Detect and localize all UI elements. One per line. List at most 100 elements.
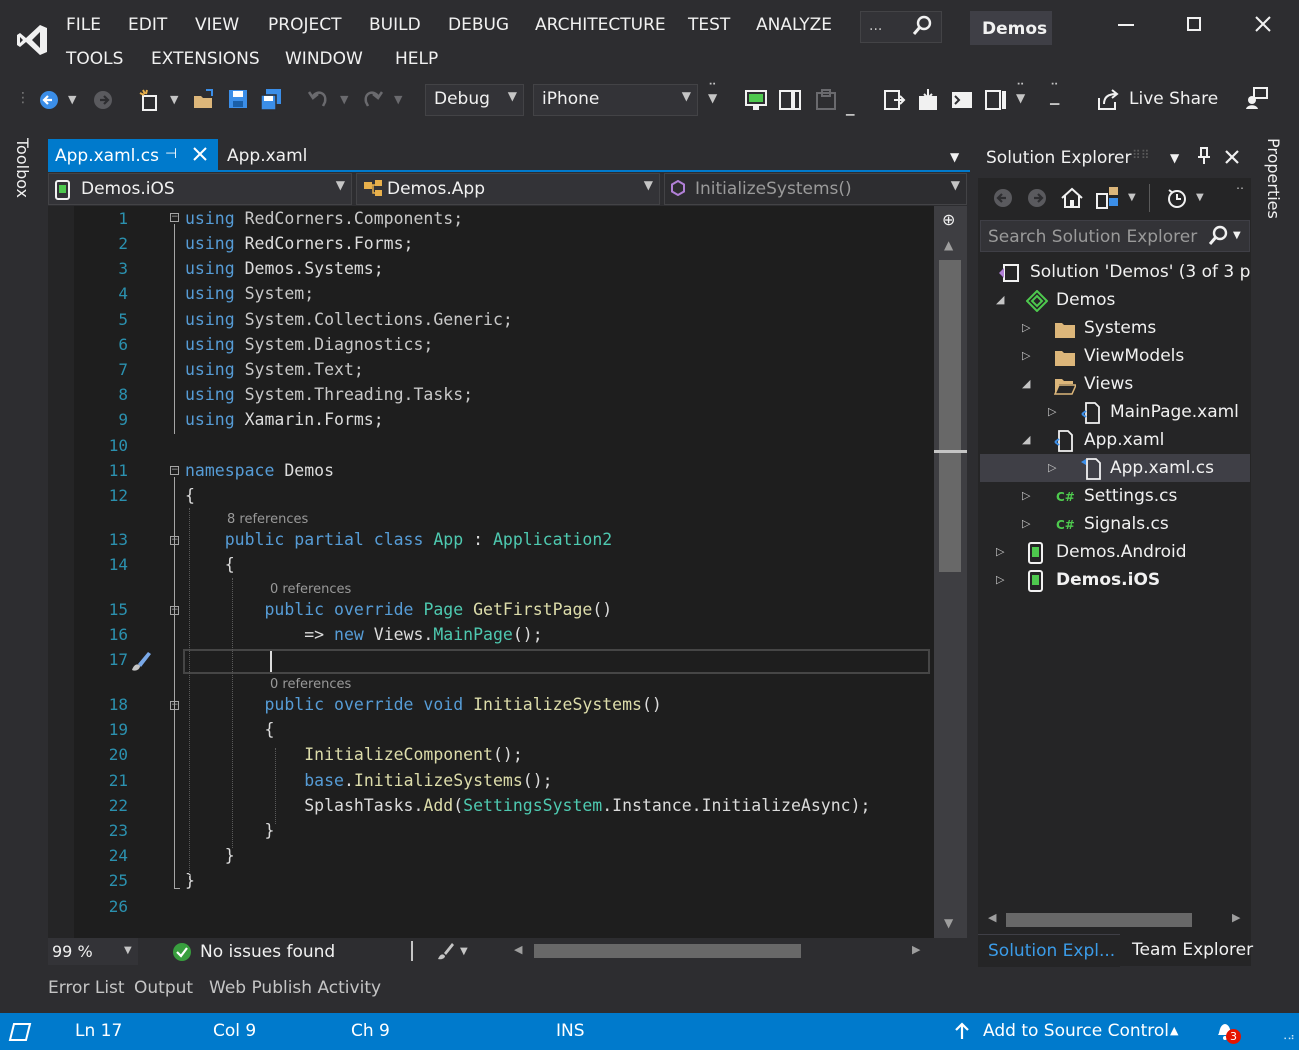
code-line[interactable]: using RedCorners.Components; [185,206,463,231]
zoom-dropdown[interactable]: 99 % ▼ [48,938,138,965]
menu-file[interactable]: FILE [66,15,101,35]
quick-actions-brush-icon[interactable] [128,648,154,679]
tab-output[interactable]: Output [134,978,193,998]
hscroll-thumb[interactable] [534,944,801,958]
nav-project-dropdown[interactable]: Demos.iOS ▼ [48,173,352,205]
scroll-up-icon[interactable]: ▲ [944,238,953,252]
code-line[interactable]: { [185,483,195,508]
device-preview-icon[interactable] [744,88,768,117]
scroll-left-icon[interactable]: ◀ [988,911,996,924]
scroll-down-icon[interactable]: ▼ [944,916,953,930]
collapse-icon[interactable]: − [170,213,179,222]
code-line[interactable]: public override void InitializeSystems() [185,692,661,717]
tree-item-mainpage-xaml[interactable]: ▷ MainPage.xaml [980,398,1250,426]
code-cleanup-brush-icon[interactable] [436,941,456,966]
menu-window[interactable]: WINDOW [285,49,363,69]
switch-views-icon[interactable] [1095,185,1121,216]
tree-item-views[interactable]: ◢ Views [980,370,1250,398]
tab-app-xaml-cs[interactable]: App.xaml.cs ⊣ [48,139,218,172]
tree-item-systems[interactable]: ▷ Systems [980,314,1250,342]
tab-error-list[interactable]: Error List [48,978,125,998]
toolbar-overflow-icon[interactable]: ▁ [846,100,854,120]
new-dropdown-icon[interactable]: ▼ [170,90,178,110]
code-line[interactable]: base.InitializeSystems(); [185,768,552,793]
code-line[interactable]: using System.Diagnostics; [185,332,433,357]
code-line[interactable]: using Xamarin.Forms; [185,407,384,432]
new-project-icon[interactable] [138,88,162,117]
chevron-down-icon[interactable]: ▼ [460,946,468,957]
tab-web-publish-activity[interactable]: Web Publish Activity [209,978,381,998]
tree-item-app-xaml-cs[interactable]: ▷ App.xaml.cs [980,454,1250,482]
redo-dropdown-icon[interactable]: ▼ [394,90,402,110]
toolbar-overflow-icon[interactable]: ⠉ ▼ [1016,82,1025,104]
toolbar-overflow-icon[interactable]: ‥ [1236,178,1244,192]
hscroll-thumb[interactable] [1006,913,1192,927]
code-line[interactable]: public override Page GetFirstPage() [185,597,612,622]
tab-app-xaml[interactable]: App.xaml [218,139,318,172]
tree-item-demos-android[interactable]: ▷ Demos.Android [980,538,1250,566]
export-icon[interactable] [882,88,906,117]
nav-member-dropdown[interactable]: InitializeSystems() ▼ [664,173,967,205]
tree-item-solution[interactable]: Solution 'Demos' (3 of 3 pro [980,258,1250,286]
collapsed-triangle-icon[interactable]: ▷ [1022,510,1030,538]
tab-team-explorer[interactable]: Team Explorer [1122,934,1253,966]
back-dropdown-icon[interactable]: ▼ [68,90,76,110]
vs-logo-icon[interactable] [14,22,50,58]
menu-help[interactable]: HELP [395,49,438,69]
save-icon[interactable] [227,88,249,115]
terminal-icon[interactable] [950,88,974,117]
device-manager-icon[interactable] [778,88,802,117]
menu-edit[interactable]: EDIT [128,15,167,35]
undo-icon[interactable] [307,88,329,115]
code-line[interactable]: } [185,843,235,868]
code-line[interactable]: } [185,818,274,843]
menu-analyze[interactable]: ANALYZE [756,15,832,35]
feedback-icon[interactable] [1245,86,1269,115]
codelens-class-references[interactable]: 8 references [227,512,308,527]
maximize-icon[interactable] [1187,17,1201,31]
status-line[interactable]: Ln 17 [75,1021,122,1041]
scroll-right-icon[interactable]: ▶ [1232,911,1240,924]
scroll-left-icon[interactable]: ◀ [514,943,522,956]
menu-architecture[interactable]: ARCHITECTURE [535,15,666,35]
tree-item-settings-cs[interactable]: ▷ C# Settings.cs [980,482,1250,510]
toolbar-overflow-icon[interactable]: ⠉ ▁ [1050,82,1059,104]
menu-view[interactable]: VIEW [195,15,239,35]
package-icon[interactable] [916,88,940,117]
pin-icon[interactable]: ⊣ [165,146,177,162]
scroll-right-icon[interactable]: ▶ [912,943,920,956]
scroll-thumb[interactable] [939,260,961,572]
undo-dropdown-icon[interactable]: ▼ [340,90,348,110]
menu-tools[interactable]: TOOLS [66,49,123,69]
code-line[interactable]: => new Views.MainPage(); [185,622,542,647]
close-icon[interactable] [1254,15,1272,38]
collapsed-triangle-icon[interactable]: ▷ [1022,342,1030,370]
code-line[interactable]: public partial class App : Application2 [185,527,612,552]
collapsed-triangle-icon[interactable]: ▷ [1048,398,1056,426]
code-line[interactable]: using System.Text; [185,357,364,382]
code-line[interactable]: namespace Demos [185,458,334,483]
platform-dropdown[interactable]: iPhone ▼ [533,84,698,116]
code-line[interactable]: using System.Collections.Generic; [185,307,513,332]
panel-menu-icon[interactable]: ▼ [1170,151,1179,165]
close-tab-icon[interactable] [192,146,208,167]
ready-icon[interactable] [8,1022,32,1047]
forward-icon[interactable] [92,89,114,116]
codelens-method-references[interactable]: 0 references [270,677,351,692]
resize-grip-icon[interactable]: ⠠⠴ [1280,1032,1295,1043]
code-line[interactable]: using RedCorners.Forms; [185,231,413,256]
pending-changes-filter-icon[interactable] [1166,187,1188,214]
menu-test[interactable]: TEST [688,15,730,35]
tree-item-signals-cs[interactable]: ▷ C# Signals.cs [980,510,1250,538]
home-icon[interactable] [1060,186,1084,215]
code-line[interactable]: SplashTasks.Add(SettingsSystem.Instance.… [185,793,870,818]
archive-icon[interactable] [814,88,838,117]
expanded-triangle-icon[interactable]: ◢ [996,286,1004,314]
tree-item-viewmodels[interactable]: ▷ ViewModels [980,342,1250,370]
add-to-source-control-button[interactable]: Add to Source Control ▲ [952,1017,1192,1047]
back-icon[interactable] [38,89,60,116]
layout-icon[interactable] [984,88,1008,117]
toolbar-grip-icon[interactable]: ⋮ [16,88,30,108]
menu-debug[interactable]: DEBUG [448,15,509,35]
vertical-scrollbar[interactable]: ⊕ ▲ ▼ [934,206,967,938]
